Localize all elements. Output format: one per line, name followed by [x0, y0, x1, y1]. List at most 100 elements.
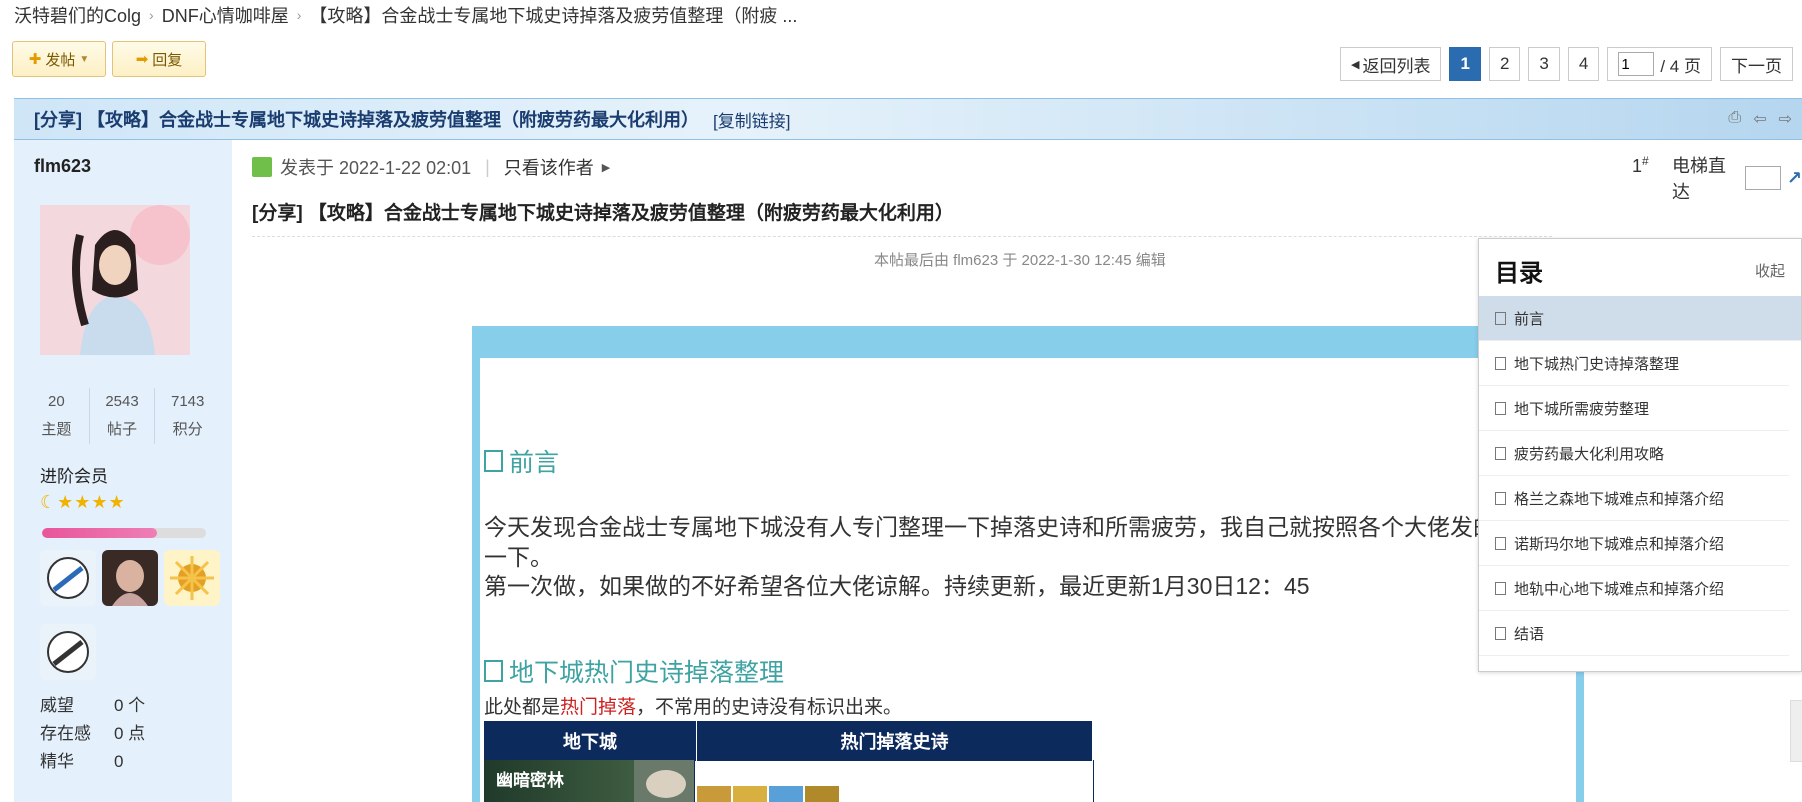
post-paragraph: 第一次做，如果做的不好希望各位大佬谅解。持续更新，最近更新1月30日12：45 — [484, 573, 1310, 599]
next-thread-icon[interactable]: ⇨ — [1779, 109, 1792, 129]
stat-credits-value: 7143 — [170, 393, 205, 410]
user-stats: 20 主题 2543 帖子 7143 积分 — [24, 388, 220, 444]
stat-posts-label: 帖子 — [107, 421, 138, 438]
toc-item[interactable]: 地轨中心地下城难点和掉落介绍 — [1479, 566, 1789, 611]
content-frame-top — [472, 326, 1582, 358]
toc-item-label: 疲劳药最大化利用攻略 — [1514, 445, 1665, 463]
monster-thumbnail — [634, 760, 694, 802]
user-properties: 威望 0 个 存在感 0 点 精华 0 — [40, 692, 145, 776]
toc-item-label: 结语 — [1514, 625, 1545, 643]
content-frame-left — [472, 358, 480, 802]
page-4-button[interactable]: 4 — [1567, 47, 1600, 81]
item-icons — [697, 786, 839, 802]
chevron-right-icon: › — [149, 7, 154, 23]
post-date: 发表于 2022-1-22 02:01 — [280, 158, 472, 178]
epic-item-icon[interactable] — [697, 786, 731, 802]
section-heading-text: 前言 — [509, 449, 560, 477]
username[interactable]: flm623 — [34, 156, 91, 177]
section-heading-drops: 地下城热门史诗掉落整理 — [484, 653, 784, 689]
drops-note: 此处都是热门掉落，不常用的史诗没有标识出来。 — [484, 692, 902, 719]
stat-threads[interactable]: 20 主题 — [24, 388, 90, 444]
post-divider — [252, 236, 1552, 237]
prop-key: 威望 — [40, 696, 74, 715]
toc-item-label: 地轨中心地下城难点和掉落介绍 — [1514, 580, 1725, 598]
page-icon — [1495, 401, 1506, 415]
toc-item[interactable]: 地下城热门史诗掉落整理 — [1479, 341, 1789, 386]
page-jump: / 4 页 — [1607, 47, 1712, 81]
total-pages-label: / 4 页 — [1660, 56, 1701, 76]
elevator-label: 电梯直达 — [1672, 156, 1726, 202]
medal-icon[interactable] — [40, 550, 96, 606]
page-2-button[interactable]: 2 — [1488, 47, 1521, 81]
prop-value: 0 点 — [114, 724, 146, 743]
breadcrumb-thread[interactable]: 【攻略】合金战士专属地下城史诗掉落及疲劳值整理（附疲 ... — [309, 2, 797, 28]
prop-prestige: 威望 0 个 — [40, 692, 145, 720]
thread-title: [分享] 【攻略】合金战士专属地下城史诗掉落及疲劳值整理（附疲劳药最大化利用） — [34, 110, 699, 130]
next-page-button[interactable]: 下一页 — [1719, 47, 1793, 81]
toc-item[interactable]: 疲劳药最大化利用攻略 — [1479, 431, 1789, 476]
toc-item-label: 前言 — [1514, 310, 1545, 328]
post-paragraph: 今天发现合金战士专属地下城没有人专门整理一下掉落史诗和所需疲劳，我自己就按照各个… — [484, 514, 1484, 540]
prev-thread-icon[interactable]: ⇦ — [1753, 109, 1766, 129]
elevator-input[interactable] — [1744, 166, 1781, 190]
toc-item[interactable]: 地下城所需疲劳整理 — [1479, 386, 1789, 431]
breadcrumb: 沃特碧们的Colg › DNF心情咖啡屋 › 【攻略】合金战士专属地下城史诗掉落… — [14, 2, 797, 28]
caret-down-icon: ▼ — [79, 53, 90, 65]
copy-link-button[interactable]: [复制链接] — [713, 107, 790, 132]
side-scrollbar[interactable] — [1790, 700, 1802, 762]
breadcrumb-home[interactable]: 沃特碧们的Colg — [14, 2, 141, 28]
floor-number[interactable]: 1# — [1632, 154, 1649, 177]
bookmark-icon — [484, 660, 503, 682]
user-level[interactable]: 进阶会员 — [40, 462, 108, 487]
meta-divider: | — [485, 156, 490, 177]
stat-threads-label: 主题 — [41, 421, 72, 438]
floor-mark: # — [1642, 154, 1649, 168]
medal-icon[interactable] — [102, 550, 158, 606]
prop-value: 0 个 — [114, 696, 146, 715]
toc-title: 目录 — [1495, 260, 1543, 287]
page-icon — [1495, 446, 1506, 460]
prop-key: 存在感 — [40, 724, 91, 743]
toc-collapse-button[interactable]: 收起 — [1755, 260, 1785, 281]
online-status-icon — [252, 157, 272, 177]
triangle-right-icon: ▶ — [601, 161, 611, 174]
experience-bar-fill — [42, 528, 157, 538]
note-highlight: 热门掉落 — [560, 697, 637, 718]
medal-icon[interactable] — [40, 624, 96, 680]
epic-item-icon[interactable] — [733, 786, 767, 802]
stat-posts[interactable]: 2543 帖子 — [90, 388, 156, 444]
back-to-list-button[interactable]: ◀ 返回列表 — [1340, 47, 1442, 81]
toc-item[interactable]: 结语 — [1479, 611, 1789, 656]
epic-item-icon[interactable] — [769, 786, 803, 802]
floor-value: 1 — [1632, 156, 1643, 176]
page-1-button[interactable]: 1 — [1449, 47, 1481, 81]
epic-item-icon[interactable] — [805, 786, 839, 802]
page-3-button[interactable]: 3 — [1528, 47, 1560, 81]
toc-header: 目录 收起 — [1479, 239, 1801, 296]
print-icon[interactable]: ⎙ — [1728, 109, 1741, 129]
toc-item[interactable]: 格兰之森地下城难点和掉落介绍 — [1479, 476, 1789, 521]
go-arrow-icon[interactable]: ↗ — [1787, 168, 1802, 189]
new-post-button[interactable]: ✚ 发帖 ▼ — [12, 41, 106, 77]
prop-value: 0 — [114, 752, 124, 771]
medal-icon[interactable] — [164, 550, 220, 606]
stat-credits-label: 积分 — [172, 421, 203, 438]
page-jump-input[interactable] — [1618, 52, 1655, 76]
avatar[interactable] — [40, 205, 190, 355]
breadcrumb-forum[interactable]: DNF心情咖啡屋 — [162, 2, 289, 28]
rank-stars: ☾★★★★ — [40, 492, 126, 512]
reply-button[interactable]: ➡ 回复 — [112, 41, 206, 77]
note-prefix: 此处都是 — [484, 697, 561, 718]
page-icon — [1495, 311, 1506, 325]
page-icon — [1495, 356, 1506, 370]
bookmark-icon — [484, 450, 503, 472]
page-icon — [1495, 626, 1506, 640]
stat-credits[interactable]: 7143 积分 — [155, 388, 220, 444]
prop-presence: 存在感 0 点 — [40, 720, 145, 748]
toc-item[interactable]: 诺斯玛尔地下城难点和掉落介绍 — [1479, 521, 1789, 566]
section-heading-preface: 前言 — [484, 443, 559, 479]
only-author-link[interactable]: 只看该作者 — [504, 154, 594, 180]
toc-item[interactable]: 前言 — [1479, 296, 1801, 341]
prop-key: 精华 — [40, 752, 74, 771]
pagination: ◀ 返回列表 1 2 3 4 / 4 页 下一页 — [1340, 47, 1793, 81]
